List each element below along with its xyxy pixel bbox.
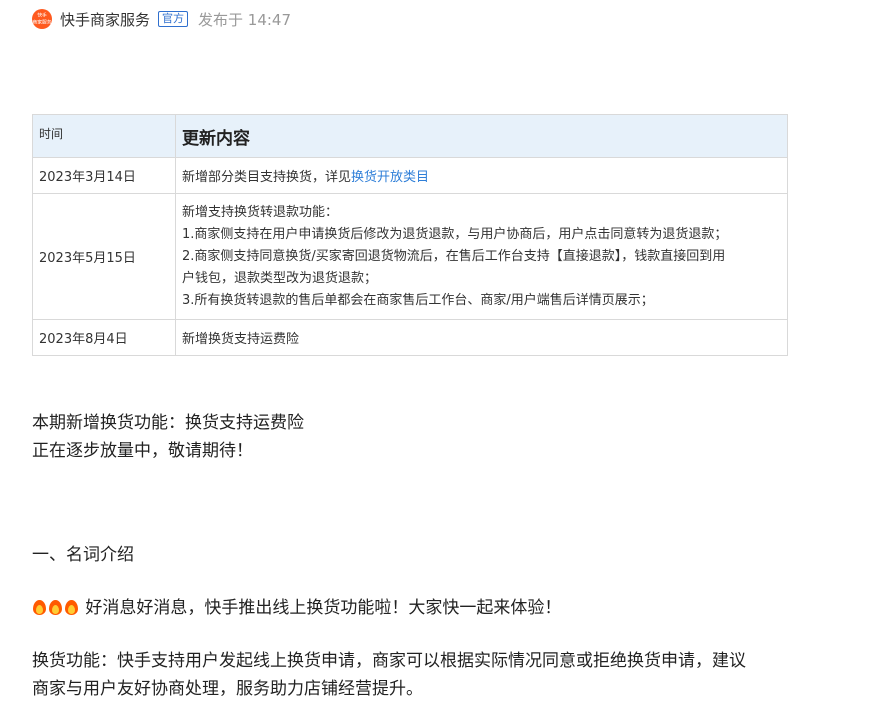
good-news-line: 好消息好消息，快手推出线上换货功能啦！大家快一起来体验！	[32, 594, 561, 622]
row-text: 新增部分类目支持换货，详见	[182, 170, 352, 185]
section-title: 一、名词介绍	[32, 545, 134, 565]
fire-icon	[32, 598, 47, 616]
avatar-text-top: 快手	[37, 12, 47, 19]
table-row: 2023年8月4日 新增换货支持运费险	[32, 319, 788, 356]
row-date: 2023年3月14日	[32, 157, 176, 194]
good-news-text: 好消息好消息，快手推出线上换货功能啦！大家快一起来体验！	[85, 598, 562, 618]
row-date: 2023年8月4日	[32, 319, 176, 356]
row-line: 3.所有换货转退款的售后单都会在商家售后工作台、商家/用户端售后详情页展示；	[182, 292, 654, 308]
fire-icon	[48, 598, 63, 616]
header-time: 时间	[32, 114, 176, 158]
avatar-text-bottom: 商家服务	[32, 19, 52, 26]
row-content: 新增部分类目支持换货，详见换货开放类目	[175, 157, 788, 194]
announcement-line: 正在逐步放量中，敬请期待！	[32, 441, 253, 461]
author-name[interactable]: 快手商家服务	[60, 9, 150, 30]
row-line: 1.商家侧支持在用户申请换货后修改为退货退款，与用户协商后，用户点击同意转为退货…	[182, 226, 728, 242]
table-row: 2023年3月14日 新增部分类目支持换货，详见换货开放类目	[32, 157, 788, 194]
row-content: 新增换货支持运费险	[175, 319, 788, 356]
row-content: 新增支持换货转退款功能： 1.商家侧支持在用户申请换货后修改为退货退款，与用户协…	[175, 193, 788, 320]
row-line: 户钱包，退款类型改为退货退款；	[182, 270, 378, 286]
description-line: 换货功能：快手支持用户发起线上换货申请，商家可以根据实际情况同意或拒绝换货申请，…	[32, 651, 746, 671]
update-table: 时间 更新内容 2023年3月14日 新增部分类目支持换货，详见换货开放类目 2…	[32, 114, 788, 356]
row-line: 2.商家侧支持同意换货/买家寄回退货物流后，在售后工作台支持【直接退款】，钱款直…	[182, 248, 726, 264]
fire-icon	[64, 598, 79, 616]
post-header: 快手 商家服务 快手商家服务 官方 发布于 14:47	[32, 8, 291, 30]
header-content: 更新内容	[175, 114, 788, 158]
row-line: 新增支持换货转退款功能：	[182, 204, 339, 220]
table-row: 2023年5月15日 新增支持换货转退款功能： 1.商家侧支持在用户申请换货后修…	[32, 193, 788, 320]
official-badge: 官方	[158, 11, 189, 27]
category-link[interactable]: 换货开放类目	[351, 170, 429, 185]
description-line: 商家与用户友好协商处理，服务助力店铺经营提升。	[32, 679, 423, 699]
row-date: 2023年5月15日	[32, 193, 176, 320]
publish-time: 发布于 14:47	[198, 10, 292, 29]
announcement-line: 本期新增换货功能：换货支持运费险	[32, 413, 304, 433]
table-header-row: 时间 更新内容	[32, 114, 788, 158]
avatar[interactable]: 快手 商家服务	[32, 9, 52, 29]
